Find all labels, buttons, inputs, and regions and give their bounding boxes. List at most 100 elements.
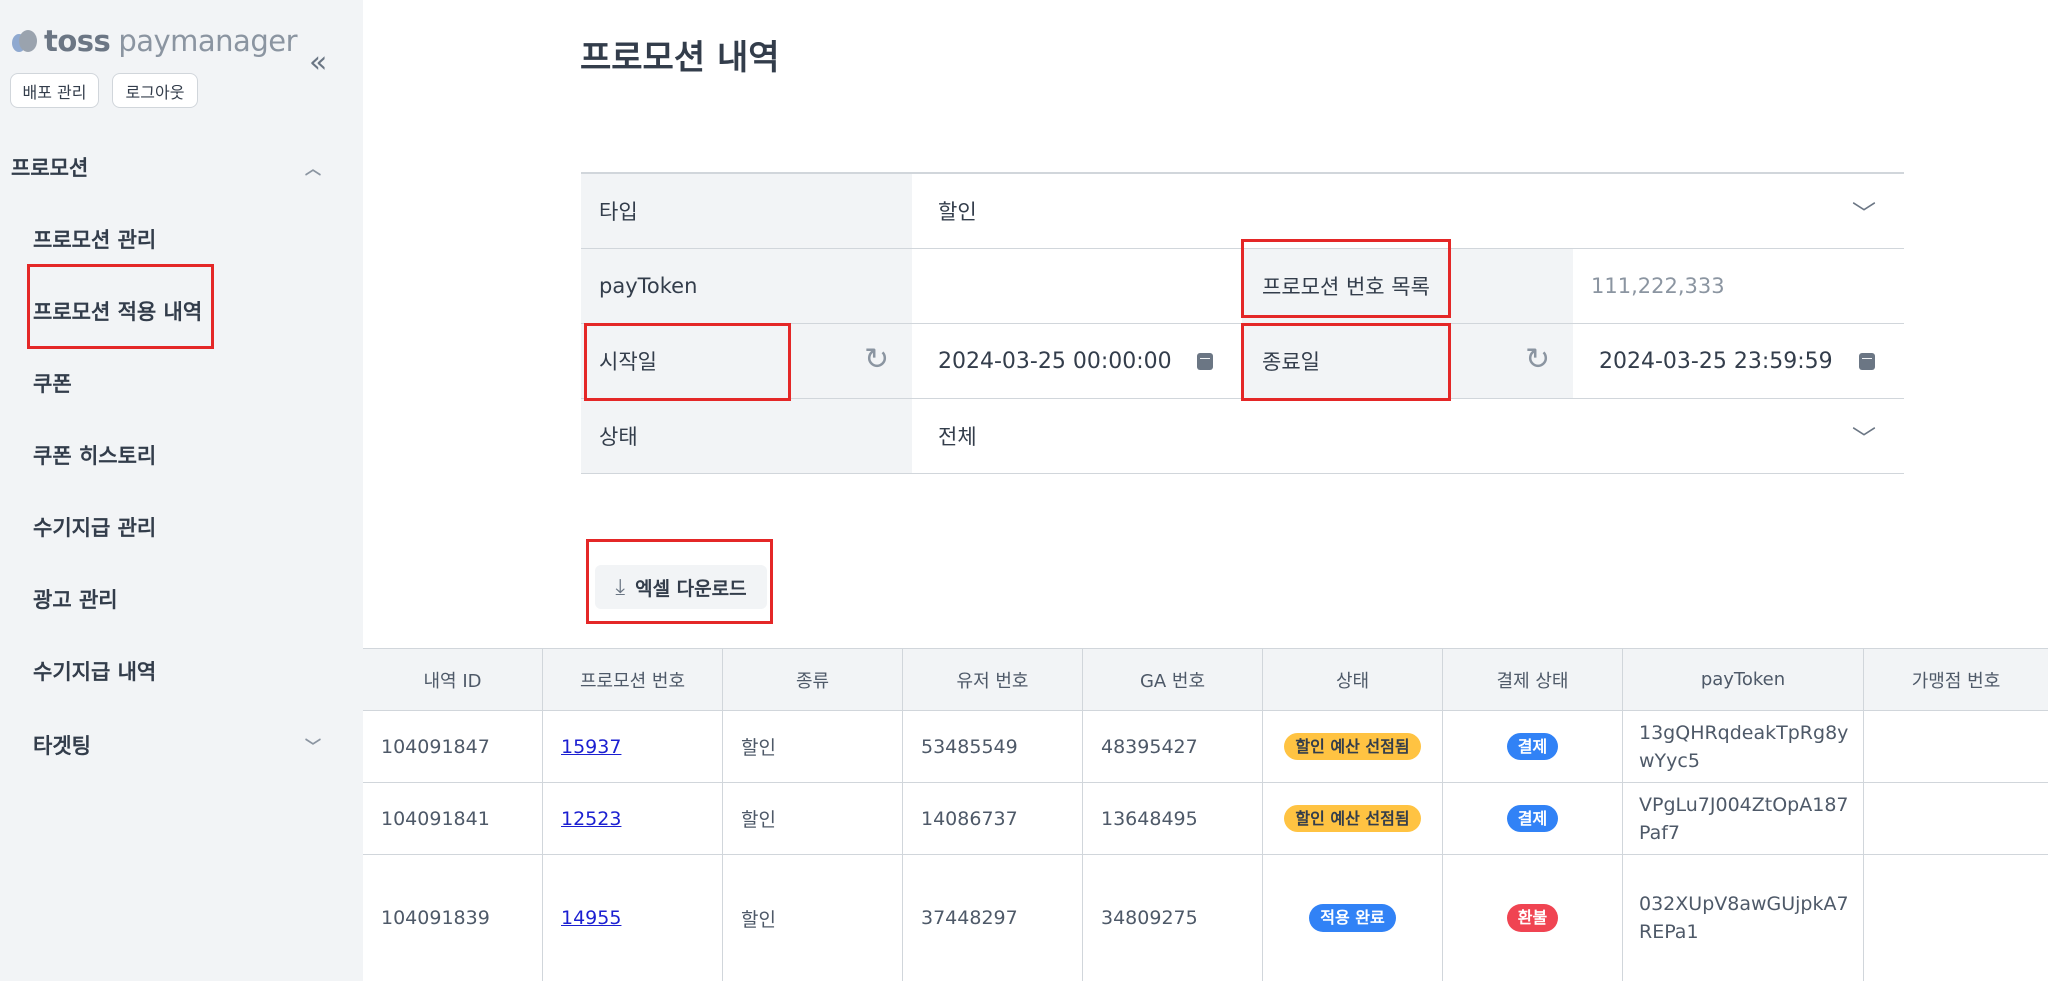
toss-logo[interactable]: toss paymanager [10, 24, 297, 58]
ga-number-cell: 13648495 [1083, 783, 1263, 854]
filter-row-dates: 시작일 ↻ 2024-03-25 00:00:00 종료일 ↻ 2024-03-… [581, 324, 1904, 399]
filter-row-paytoken: payToken 프로모션 번호 목록 111,222,333 [581, 249, 1904, 324]
ga-number-cell: 48395427 [1083, 711, 1263, 782]
menu-section-promotion[interactable]: 프로모션 ︿ [11, 150, 321, 184]
sidebar-item-coupon[interactable]: 쿠폰 [33, 363, 72, 403]
history-id-cell: 104091847 [363, 711, 543, 782]
excel-download-button[interactable]: ⤓ 엑셀 다운로드 [595, 565, 767, 609]
payment-status-badge: 결제 [1506, 732, 1559, 761]
user-number-cell: 37448297 [903, 855, 1083, 981]
table-header: 내역 ID 프로모션 번호 종류 유저 번호 GA 번호 상태 결제 상태 pa… [363, 648, 2048, 711]
toss-logo-icon [10, 26, 40, 56]
sidebar-item-promotion-history[interactable]: 프로모션 적용 내역 [33, 291, 202, 331]
merchant-number-cell [1864, 783, 2048, 854]
kind-cell: 할인 [723, 711, 903, 782]
menu-section-label: 프로모션 [11, 156, 89, 180]
page-title: 프로모션 내역 [580, 38, 780, 78]
table-row[interactable]: 104091841 12523 할인 14086737 13648495 할인 … [363, 783, 2048, 855]
column-header[interactable]: 결제 상태 [1443, 649, 1623, 710]
chevron-down-icon: ﹀ [1852, 425, 1876, 453]
payment-status-cell: 환불 [1443, 855, 1623, 981]
paytoken-input[interactable] [912, 249, 1242, 323]
column-header[interactable]: GA 번호 [1083, 649, 1263, 710]
sidebar-item-ad-management[interactable]: 광고 관리 [33, 579, 118, 619]
table-row[interactable]: 104091839 14955 할인 37448297 34809275 적용 … [363, 855, 2048, 981]
status-select-value: 전체 [938, 425, 977, 449]
menu-section-targeting[interactable]: 타겟팅 ﹀ [33, 728, 321, 762]
column-header[interactable]: payToken [1623, 649, 1864, 710]
paytoken-value: VPgLu7J004ZtOpA187Paf7 [1639, 793, 1849, 844]
user-number-cell: 53485549 [903, 711, 1083, 782]
type-label: 타입 [581, 174, 912, 248]
paytoken-label: payToken [581, 249, 912, 323]
kind-cell: 할인 [723, 855, 903, 981]
filter-row-type: 타입 할인 ﹀ [581, 174, 1904, 249]
payment-status-cell: 결제 [1443, 711, 1623, 782]
refresh-icon[interactable]: ↻ [864, 342, 889, 377]
end-date-value: 2024-03-25 23:59:59 [1599, 348, 1833, 374]
status-badge: 할인 예산 선점됨 [1284, 732, 1421, 761]
column-header[interactable]: 상태 [1263, 649, 1443, 710]
status-select[interactable]: 전체 ﹀ [938, 399, 1904, 473]
paytoken-cell: VPgLu7J004ZtOpA187Paf7 [1623, 783, 1864, 854]
paytoken-cell: 032XUpV8awGUjpkA7REPa1 [1623, 855, 1864, 981]
sidebar: toss paymanager « 배포 관리 로그아웃 프로모션 ︿ 프로모션… [0, 0, 363, 981]
column-header[interactable]: 종류 [723, 649, 903, 710]
calendar-icon[interactable] [1859, 353, 1875, 370]
deploy-management-button[interactable]: 배포 관리 [10, 73, 99, 108]
filter-panel: 타입 할인 ﹀ payToken 프로모션 번호 목록 111,222,333 … [581, 172, 1904, 474]
type-select[interactable]: 할인 ﹀ [938, 174, 1904, 248]
promotion-number-cell: 12523 [543, 783, 723, 854]
collapse-sidebar-icon[interactable]: « [309, 48, 327, 78]
chevron-down-icon: ﹀ [1852, 200, 1876, 228]
download-icon: ⤓ [615, 574, 626, 600]
menu-section-label: 타겟팅 [33, 734, 91, 758]
promo-numbers-label: 프로모션 번호 목록 [1242, 249, 1573, 323]
end-date-label: 종료일 [1242, 324, 1573, 398]
chevron-up-icon: ︿ [304, 159, 321, 178]
sidebar-item-coupon-history[interactable]: 쿠폰 히스토리 [33, 435, 156, 475]
sidebar-item-manual-payment-history[interactable]: 수기지급 내역 [33, 651, 156, 691]
logo-text-paymanager: paymanager [118, 24, 297, 58]
column-header[interactable]: 유저 번호 [903, 649, 1083, 710]
payment-status-badge: 환불 [1506, 904, 1559, 932]
promotion-number-cell: 14955 [543, 855, 723, 981]
start-date-value: 2024-03-25 00:00:00 [938, 348, 1172, 374]
column-header[interactable]: 내역 ID [363, 649, 543, 710]
promotion-number-link[interactable]: 15937 [561, 736, 621, 758]
status-cell: 적용 완료 [1263, 855, 1443, 981]
payment-status-badge: 결제 [1506, 804, 1559, 833]
refresh-icon[interactable]: ↻ [1525, 342, 1550, 377]
excel-download-label: 엑셀 다운로드 [635, 577, 747, 600]
type-select-value: 할인 [938, 200, 977, 224]
history-id-cell: 104091841 [363, 783, 543, 854]
status-label: 상태 [581, 399, 912, 473]
merchant-number-cell [1864, 711, 2048, 782]
logout-button[interactable]: 로그아웃 [112, 73, 198, 108]
table-row[interactable]: 104091847 15937 할인 53485549 48395427 할인 … [363, 711, 2048, 783]
sidebar-item-promotion-management[interactable]: 프로모션 관리 [33, 219, 156, 259]
status-badge: 할인 예산 선점됨 [1284, 804, 1421, 833]
filter-row-status: 상태 전체 ﹀ [581, 399, 1904, 474]
promotion-number-link[interactable]: 12523 [561, 808, 621, 830]
column-header[interactable]: 프로모션 번호 [543, 649, 723, 710]
promotion-number-cell: 15937 [543, 711, 723, 782]
ga-number-cell: 34809275 [1083, 855, 1263, 981]
promo-numbers-input[interactable]: 111,222,333 [1591, 249, 1904, 323]
status-cell: 할인 예산 선점됨 [1263, 711, 1443, 782]
user-number-cell: 14086737 [903, 783, 1083, 854]
end-date-input[interactable]: 2024-03-25 23:59:59 [1599, 324, 1879, 398]
merchant-number-cell [1864, 855, 2048, 981]
status-badge: 적용 완료 [1309, 904, 1396, 932]
promotion-number-link[interactable]: 14955 [561, 907, 621, 929]
payment-status-cell: 결제 [1443, 783, 1623, 854]
column-header[interactable]: 가맹점 번호 [1864, 649, 2048, 710]
calendar-icon[interactable] [1197, 353, 1213, 370]
sidebar-item-manual-payment-management[interactable]: 수기지급 관리 [33, 507, 156, 547]
chevron-down-icon: ﹀ [304, 737, 321, 756]
start-date-label: 시작일 [581, 324, 912, 398]
paytoken-value: 13gQHRqdeakTpRg8ywYyc5 [1639, 721, 1849, 772]
history-id-cell: 104091839 [363, 855, 543, 981]
status-cell: 할인 예산 선점됨 [1263, 783, 1443, 854]
paytoken-cell: 13gQHRqdeakTpRg8ywYyc5 [1623, 711, 1864, 782]
